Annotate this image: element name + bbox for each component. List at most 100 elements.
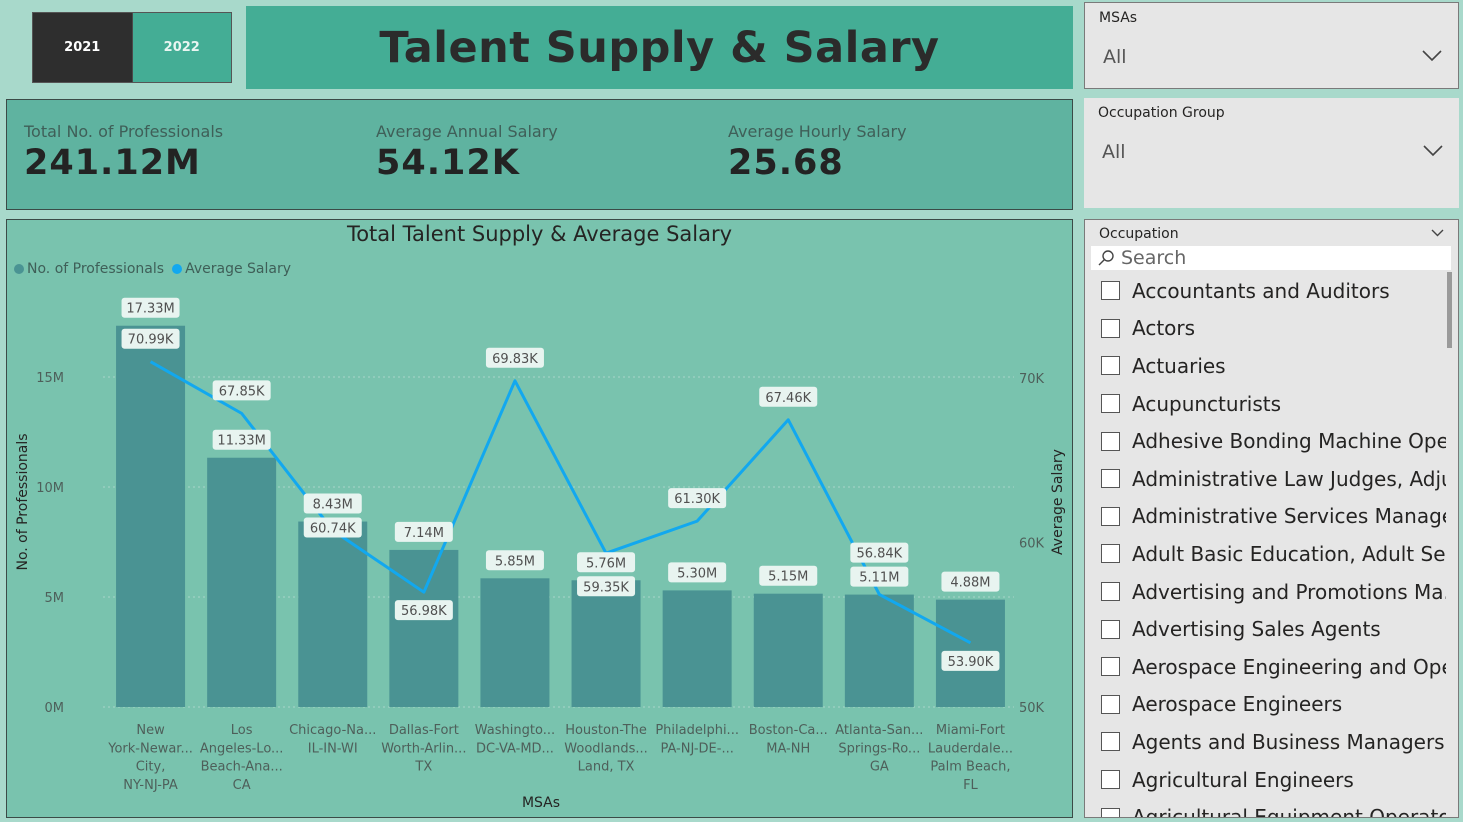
legend-item-professionals[interactable]: No. of Professionals [14,261,164,277]
checkbox[interactable] [1101,356,1120,376]
combo-chart[interactable]: 0M 5M 10M 15M 50K 60K 70K No. of Professionals A… [7,220,1073,818]
y-axis-title: No. of Professionals [15,433,31,570]
bar-data-label: 8.43M [303,493,362,514]
y2-tick-label: 50K [1019,701,1045,716]
x-tick-label: Worth-Arlin... [381,741,466,756]
data-label-text: 4.88M [950,576,990,591]
bar[interactable] [844,594,914,707]
occupation-label: Aerospace Engineering and Ope... [1132,654,1446,679]
data-label-text: 5.30M [677,566,717,581]
bar-data-label: 11.33M [212,429,271,450]
chevron-down-icon[interactable] [1422,50,1442,62]
occupation-list-item[interactable]: Advertising and Promotions Ma... [1093,573,1446,611]
checkbox[interactable] [1101,469,1120,489]
checkbox[interactable] [1101,506,1120,526]
bar-data-label: 5.76M [577,552,636,573]
data-label-text: 5.85M [495,554,535,569]
scrollbar-thumb[interactable] [1447,272,1452,348]
checkbox[interactable] [1101,544,1120,564]
year-button-2021[interactable]: 2021 [33,13,132,82]
slicer-title: MSAs [1099,10,1138,26]
occupation-list-item[interactable]: Adhesive Bonding Machine Ope... [1093,422,1446,460]
occupation-group-slicer: Occupation Group All [1084,98,1459,208]
salary-data-label: 53.90K [941,650,1000,671]
bar[interactable] [116,325,186,707]
bar[interactable] [389,549,459,707]
salary-data-label: 56.84K [850,542,909,563]
checkbox[interactable] [1101,657,1120,677]
bar[interactable] [480,578,550,707]
bar[interactable] [753,593,823,707]
legend-item-salary[interactable]: Average Salary [172,261,291,277]
occupation-list-item[interactable]: Advertising Sales Agents [1093,610,1446,648]
data-label-text: 67.46K [765,391,811,406]
occupation-list-item[interactable]: Aerospace Engineers [1093,686,1446,724]
occupation-list-item[interactable]: Administrative Law Judges, Adju... [1093,460,1446,498]
occupation-list-item[interactable]: Agricultural Engineers [1093,761,1446,799]
year-button-2022[interactable]: 2022 [131,13,231,82]
data-label-text: 7.14M [404,526,444,541]
occupation-slicer: Occupation Search Accountants and Audito… [1084,219,1459,818]
occupation-list-item[interactable]: Agricultural Equipment Operators [1093,798,1446,817]
checkbox[interactable] [1101,281,1120,301]
bar[interactable] [571,580,641,707]
occupation-list-item[interactable]: Acupuncturists [1093,385,1446,423]
checkbox[interactable] [1101,582,1120,602]
kpi-average-hourly-salary: Average Hourly Salary 25.68 [728,122,907,183]
occupation-list-item[interactable]: Actors [1093,310,1446,348]
checkbox[interactable] [1101,431,1120,451]
checkbox[interactable] [1101,807,1120,817]
msas-dropdown-value[interactable]: All [1103,46,1127,68]
x-tick-label: Boston-Ca... [749,723,828,738]
salary-data-label: 70.99K [121,328,180,349]
checkbox[interactable] [1101,394,1120,414]
kpi-total-professionals: Total No. of Professionals 241.12M [24,122,223,183]
chevron-down-icon[interactable] [1431,229,1444,237]
salary-data-label: 69.83K [485,347,544,368]
legend-dot-icon [14,264,24,274]
data-label-text: 69.83K [492,352,538,367]
bar[interactable] [662,590,732,707]
search-icon [1098,250,1114,266]
x-tick-label: Palm Beach, [930,760,1010,775]
data-label-text: 53.90K [948,655,994,670]
occupation-label: Agricultural Equipment Operators [1132,805,1446,817]
chevron-down-icon[interactable] [1423,145,1443,157]
legend-dot-icon [172,264,183,274]
search-placeholder: Search [1121,247,1187,269]
occupation-list-item[interactable]: Adult Basic Education, Adult Sec... [1093,535,1446,573]
kpi-average-annual-salary: Average Annual Salary 54.12K [376,122,558,183]
x-tick-label: Springs-Ro... [838,741,920,756]
occupation-label: Agents and Business Managers ... [1132,729,1446,754]
checkbox[interactable] [1101,619,1120,639]
year-slicer: 2021 2022 [32,12,232,83]
occupation-list-item[interactable]: Accountants and Auditors [1093,272,1446,310]
data-label-text: 67.85K [219,384,265,399]
checkbox[interactable] [1101,694,1120,714]
y2-axis-title: Average Salary [1050,449,1066,555]
occupation-search-input[interactable]: Search [1091,246,1451,270]
occupation-group-dropdown-value[interactable]: All [1102,141,1126,163]
checkbox[interactable] [1101,732,1120,752]
occupation-list-item[interactable]: Administrative Services Managers [1093,498,1446,536]
y2-tick-label: 70K [1019,372,1045,387]
bar[interactable] [298,521,368,707]
salary-data-label: 67.85K [212,380,271,401]
bar-data-label: 17.33M [121,297,180,318]
occupation-list-item[interactable]: Actuaries [1093,347,1446,385]
x-tick-label: Angeles-Lo... [200,741,284,756]
data-label-text: 61.30K [674,492,720,507]
kpi-label: Average Annual Salary [376,122,558,141]
kpi-card: Total No. of Professionals 241.12M Avera… [6,99,1073,210]
slicer-title: Occupation [1099,226,1179,242]
occupation-list-item[interactable]: Agents and Business Managers ... [1093,723,1446,761]
checkbox[interactable] [1101,770,1120,790]
x-tick-label: FL [963,778,978,793]
occupation-label: Aerospace Engineers [1132,692,1343,717]
checkbox[interactable] [1101,318,1120,338]
data-label-text: 60.74K [310,522,356,537]
x-tick-label: GA [870,760,889,775]
bar[interactable] [207,457,277,707]
occupation-label: Advertising and Promotions Ma... [1132,579,1446,604]
occupation-list-item[interactable]: Aerospace Engineering and Ope... [1093,648,1446,686]
